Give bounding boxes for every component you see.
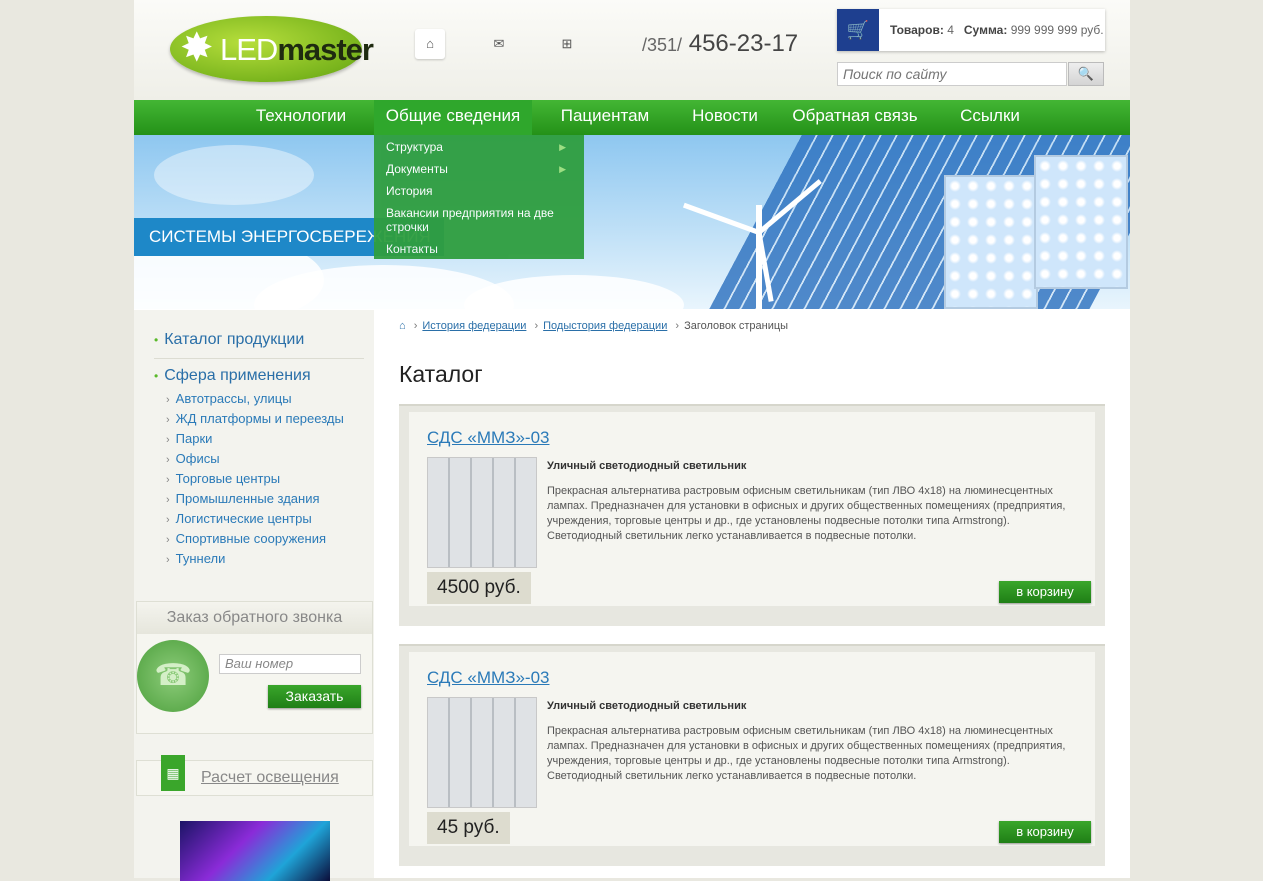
phone: /351/ 456-23-17 xyxy=(642,30,798,58)
nav-item-news[interactable]: Новости xyxy=(680,100,770,135)
product-price: 45 руб. xyxy=(427,812,510,844)
product-title-link[interactable]: СДС «ММЗ»-03 xyxy=(427,428,550,448)
search-button[interactable]: 🔍 xyxy=(1068,62,1104,86)
dropdown-item-vacancies[interactable]: Вакансии предприятия на две строчки xyxy=(386,206,571,234)
sidebar-sphere[interactable]: • Сфера применения xyxy=(154,367,311,385)
sitemap-icon[interactable]: ⊞ xyxy=(552,29,582,59)
product-card: СДС «ММЗ»-03 Уличный светодиодный светил… xyxy=(399,644,1105,866)
search-input[interactable] xyxy=(837,62,1067,86)
add-to-cart-button[interactable]: в корзину xyxy=(999,821,1091,843)
main-nav: Технологии Общие сведения Пациентам Ново… xyxy=(134,100,1130,135)
nav-dropdown: Структура ▶ Документы ▶ История Вакансии п… xyxy=(374,135,584,259)
sidebar-sub-item[interactable]: › Туннели xyxy=(166,551,225,566)
dropdown-item-history[interactable]: История xyxy=(386,184,571,198)
page-title: Каталог xyxy=(399,361,483,387)
led-panel-image xyxy=(1034,155,1128,289)
sidebar-catalog[interactable]: • Каталог продукции xyxy=(154,331,304,349)
dropdown-item-structure[interactable]: Структура ▶ xyxy=(386,140,571,154)
callback-order-button[interactable]: Заказать xyxy=(268,685,361,708)
sidebar-sub-item[interactable]: › ЖД платформы и переезды xyxy=(166,411,344,426)
chevron-right-icon: ▶ xyxy=(559,142,566,152)
home-icon[interactable]: ⌂ xyxy=(399,320,406,332)
callback-phone-input[interactable]: Ваш номер xyxy=(219,654,361,674)
callback-widget: Заказ обратного звонка ☎ Ваш номер Заказ… xyxy=(136,601,373,734)
bullet-icon: • xyxy=(154,333,159,347)
home-icon[interactable]: ⌂ xyxy=(415,29,445,59)
sidebar-sub-item[interactable]: › Автотрассы, улицы xyxy=(166,391,292,406)
banner: СИСТЕМЫ ЭНЕРГОСБЕРЕЖЕНИЯ xyxy=(134,135,1130,309)
sun-icon: ✸ xyxy=(180,26,214,70)
chevron-right-icon: ▶ xyxy=(559,164,566,174)
led-panel-image xyxy=(944,175,1038,309)
sidebar-sub-item[interactable]: › Спортивные сооружения xyxy=(166,531,326,546)
calculator-icon: ▦ xyxy=(161,755,185,791)
search-icon: 🔍 xyxy=(1077,66,1095,81)
nav-item-patients[interactable]: Пациентам xyxy=(550,100,660,135)
sidebar-sub-item[interactable]: › Торговые центры xyxy=(166,471,280,486)
bullet-icon: • xyxy=(154,369,159,383)
product-image[interactable] xyxy=(427,697,537,808)
breadcrumb-link[interactable]: История федерации xyxy=(422,320,526,332)
nav-item-general-info[interactable]: Общие сведения xyxy=(374,100,532,135)
nav-item-technologies[interactable]: Технологии xyxy=(246,100,356,135)
product-price: 4500 руб. xyxy=(427,572,531,604)
cart-summary: Товаров: 4 Сумма: 999 999 999 руб. xyxy=(890,23,1104,37)
logo[interactable]: ✸ LEDmaster xyxy=(170,16,374,82)
sidebar-sub-item[interactable]: › Логистические центры xyxy=(166,511,312,526)
nav-item-links[interactable]: Ссылки xyxy=(950,100,1030,135)
mail-icon[interactable]: ✉ xyxy=(484,29,514,59)
product-title-link[interactable]: СДС «ММЗ»-03 xyxy=(427,668,550,688)
promo-image[interactable] xyxy=(180,821,330,881)
cart-widget[interactable]: 🛒 Товаров: 4 Сумма: 999 999 999 руб. xyxy=(837,9,1105,51)
phone-badge-icon: ☎ xyxy=(137,640,209,712)
page: ✸ LEDmaster ⌂ ✉ ⊞ /351/ 456-23-17 🛒 Това… xyxy=(134,0,1130,881)
lighting-calc-link[interactable]: Расчет освещения xyxy=(201,769,339,787)
sidebar-sub-item[interactable]: › Промышленные здания xyxy=(166,491,320,506)
product-image[interactable] xyxy=(427,457,537,568)
sidebar: • Каталог продукции • Сфера применения › Ав… xyxy=(134,310,374,881)
product-card: СДС «ММЗ»-03 Уличный светодиодный светил… xyxy=(399,404,1105,626)
sidebar-sub-item[interactable]: › Офисы xyxy=(166,451,220,466)
dropdown-item-documents[interactable]: Документы ▶ xyxy=(386,162,571,176)
header: ✸ LEDmaster ⌂ ✉ ⊞ /351/ 456-23-17 🛒 Това… xyxy=(134,0,1130,100)
product-description: Прекрасная альтернатива растровым офисны… xyxy=(547,725,1066,782)
product-subtitle: Уличный светодиодный светильник xyxy=(547,460,747,472)
callback-title: Заказ обратного звонка xyxy=(137,602,372,634)
sidebar-sub-item[interactable]: › Парки xyxy=(166,431,212,446)
lighting-calc-widget[interactable]: ▦ Расчет освещения xyxy=(136,755,373,796)
breadcrumb-link[interactable]: Подыстория федерации xyxy=(543,320,667,332)
search-box: 🔍 xyxy=(837,62,1104,86)
dropdown-item-contacts[interactable]: Контакты xyxy=(386,242,571,256)
breadcrumb: ⌂ › История федерации › Подыстория федерац… xyxy=(399,320,789,332)
logo-text: LEDmaster xyxy=(220,32,374,67)
nav-item-feedback[interactable]: Обратная связь xyxy=(786,100,924,135)
product-subtitle: Уличный светодиодный светильник xyxy=(547,700,747,712)
product-description: Прекрасная альтернатива растровым офисны… xyxy=(547,485,1066,542)
add-to-cart-button[interactable]: в корзину xyxy=(999,581,1091,603)
phone-code: /351/ xyxy=(642,35,683,55)
phone-number: 456-23-17 xyxy=(688,30,799,57)
breadcrumb-current: Заголовок страницы xyxy=(684,320,789,332)
cart-icon[interactable]: 🛒 xyxy=(837,9,879,51)
